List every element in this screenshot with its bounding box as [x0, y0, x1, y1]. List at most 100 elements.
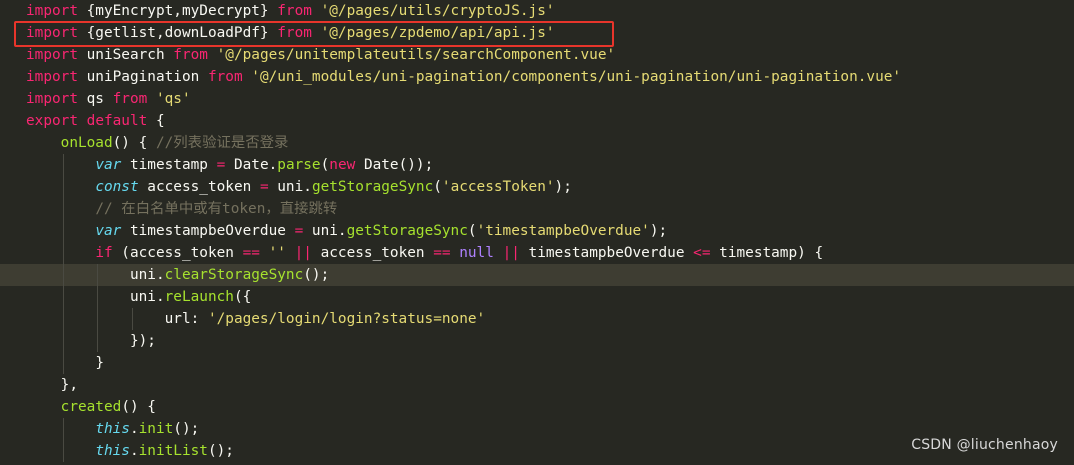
code-token: default [86, 113, 148, 129]
code-token: import [26, 91, 78, 107]
code-token: from [112, 91, 148, 107]
code-line[interactable]: onLoad() { //列表验证是否登录 [0, 132, 1074, 154]
code-line[interactable]: import qs from 'qs' [0, 88, 1074, 110]
code-token: ( [467, 223, 477, 239]
code-token: import [26, 3, 78, 19]
code-token: Date()); [355, 157, 434, 173]
code-token: getStorageSync [346, 223, 468, 239]
code-token: access_token [311, 245, 434, 261]
code-line[interactable]: }, [0, 374, 1074, 396]
code-token: 'qs' [155, 91, 191, 107]
code-token: this [95, 443, 130, 459]
code-line[interactable]: var timestamp = Date.parse(new Date()); [0, 154, 1074, 176]
code-token: getStorageSync [311, 179, 434, 195]
code-line[interactable]: if (access_token == '' || access_token =… [0, 242, 1074, 264]
code-token: ({ [233, 289, 252, 305]
code-token: == [433, 245, 451, 261]
code-token: init [138, 421, 174, 437]
indent-guide [62, 418, 64, 462]
code-token: . [129, 443, 139, 459]
code-token: // 在白名单中或有token，直接跳转 [95, 201, 338, 217]
code-token: reLaunch [164, 289, 234, 305]
code-token: '@/uni_modules/uni-pagination/components… [251, 69, 902, 85]
code-token: }); [129, 333, 156, 349]
code-line[interactable]: var timestampbeOverdue = uni.getStorageS… [0, 220, 1074, 242]
code-line[interactable]: created() { [0, 396, 1074, 418]
indent-guide [62, 154, 64, 374]
code-line[interactable]: }); [0, 330, 1074, 352]
code-token: var [95, 157, 122, 173]
code-token: clearStorageSync [164, 267, 304, 283]
code-token: from [277, 3, 312, 19]
code-token: //列表验证是否登录 [155, 135, 289, 151]
code-line[interactable]: url: '/pages/login/login?status=none' [0, 308, 1074, 330]
code-token: if [95, 245, 113, 261]
code-token: . [129, 421, 139, 437]
code-token: Date. [225, 157, 278, 173]
code-token: import [26, 47, 78, 63]
code-token: access_token [138, 179, 260, 195]
code-token: uniSearch [77, 47, 174, 63]
code-token: = [259, 179, 269, 195]
highlight-box [14, 21, 614, 47]
code-token: null [459, 245, 494, 261]
code-token: import [26, 69, 78, 85]
code-line[interactable]: const access_token = uni.getStorageSync(… [0, 176, 1074, 198]
code-token: timestampbeOverdue [121, 223, 295, 239]
code-line[interactable]: import uniSearch from '@/pages/unitempla… [0, 44, 1074, 66]
code-token: 'timestampbeOverdue' [476, 223, 650, 239]
code-token: var [95, 223, 122, 239]
code-token: url: [164, 311, 208, 327]
indent-guide [131, 308, 133, 330]
code-line[interactable]: import {myEncrypt,myDecrypt} from '@/pag… [0, 0, 1074, 22]
code-token: from [173, 47, 208, 63]
code-token: parse [277, 157, 321, 173]
code-token: qs [77, 91, 113, 107]
code-token: from [207, 69, 243, 85]
code-token: timestamp [121, 157, 217, 173]
watermark: CSDN @liuchenhaoy [911, 437, 1058, 453]
code-line[interactable]: export default { [0, 110, 1074, 132]
code-token: ( [433, 179, 442, 195]
code-line[interactable]: // 在白名单中或有token，直接跳转 [0, 198, 1074, 220]
code-line[interactable]: uni.clearStorageSync(); [0, 264, 1074, 286]
code-editor[interactable]: import {myEncrypt,myDecrypt} from '@/pag… [0, 0, 1074, 465]
code-token: }, [60, 377, 78, 393]
code-token: () { [121, 399, 156, 415]
code-token: = [216, 157, 226, 173]
indent-guide [97, 264, 99, 352]
code-line[interactable]: } [0, 352, 1074, 374]
code-token: uniPagination [77, 69, 208, 85]
code-token: ); [554, 179, 572, 195]
code-token: <= [693, 245, 711, 261]
code-token: '/pages/login/login?status=none' [207, 311, 486, 327]
code-token: uni. [303, 223, 347, 239]
code-line[interactable]: import uniPagination from '@/uni_modules… [0, 66, 1074, 88]
code-area[interactable]: import {myEncrypt,myDecrypt} from '@/pag… [0, 0, 1074, 462]
code-token: timestamp) { [710, 245, 824, 261]
code-line[interactable]: uni.reLaunch({ [0, 286, 1074, 308]
code-token: onLoad [60, 135, 113, 151]
code-token: this [95, 421, 130, 437]
code-token: export [26, 113, 78, 129]
code-token: '@/pages/utils/cryptoJS.js' [320, 3, 555, 19]
code-token: { [147, 113, 165, 129]
code-token: ); [649, 223, 668, 239]
code-token: (); [303, 267, 330, 283]
code-token: initList [138, 443, 208, 459]
